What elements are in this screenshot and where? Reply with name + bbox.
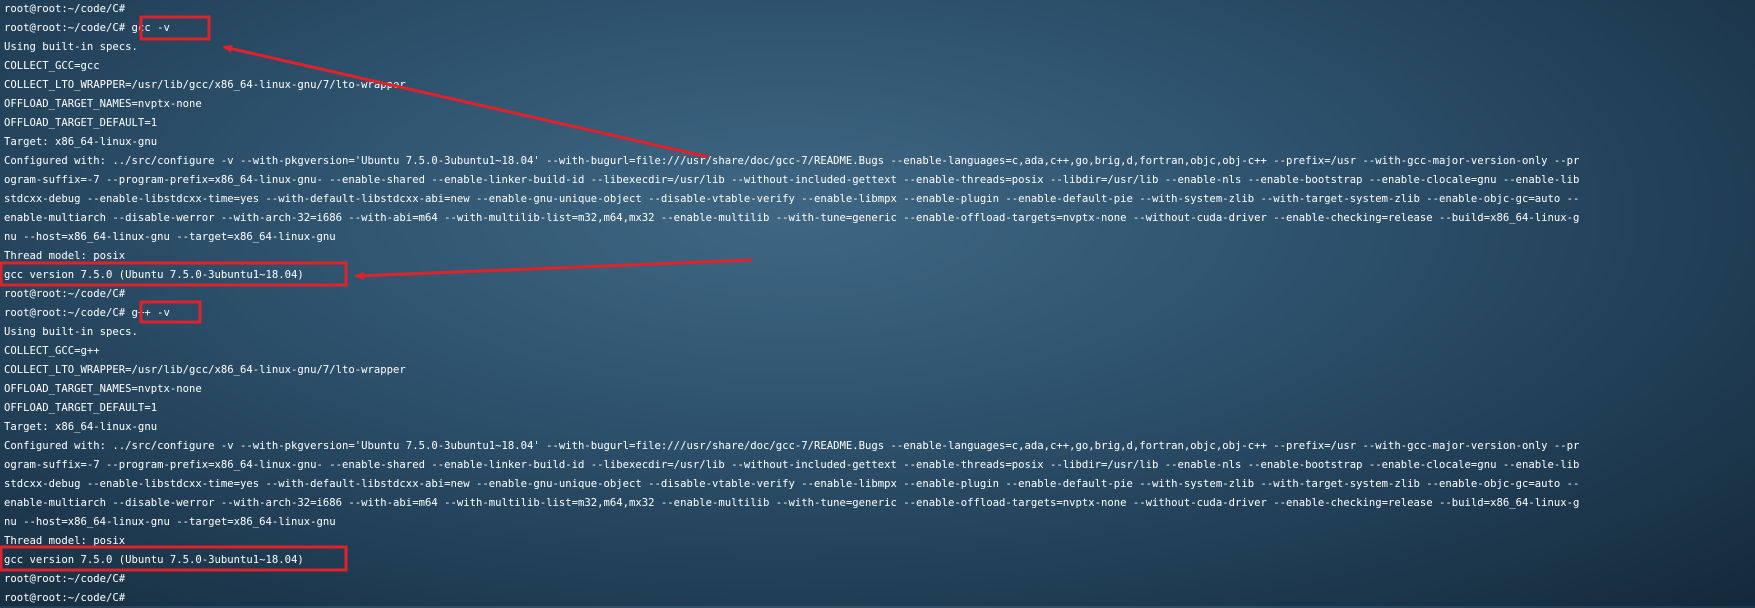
- terminal-line: stdcxx-debug --enable-libstdcxx-time=yes…: [4, 478, 1580, 490]
- terminal-line: nu --host=x86_64-linux-gnu --target=x86_…: [4, 516, 336, 528]
- terminal-line: enable-multiarch --disable-werror --with…: [4, 497, 1580, 509]
- terminal-line: Using built-in specs.: [4, 41, 138, 53]
- terminal-line-gpp-version: gcc version 7.5.0 (Ubuntu 7.5.0-3ubuntu1…: [4, 554, 304, 566]
- terminal-line: Thread model: posix: [4, 250, 126, 262]
- terminal-line-prompt: root@root:~/code/C#: [4, 592, 126, 604]
- terminal-output[interactable]: root@root:~/code/C# root@root:~/code/C# …: [0, 0, 1755, 606]
- terminal-line-command-gcc: root@root:~/code/C# gcc -v: [4, 22, 170, 34]
- terminal-line: OFFLOAD_TARGET_NAMES=nvptx-none: [4, 98, 202, 110]
- terminal-line: Configured with: ../src/configure -v --w…: [4, 440, 1580, 452]
- terminal-line-command-gpp: root@root:~/code/C# g++ -v: [4, 307, 170, 319]
- terminal-line: root@root:~/code/C#: [4, 573, 126, 585]
- terminal-line: root@root:~/code/C#: [4, 288, 126, 300]
- terminal-line: stdcxx-debug --enable-libstdcxx-time=yes…: [4, 193, 1580, 205]
- terminal-line: Configured with: ../src/configure -v --w…: [4, 155, 1580, 167]
- terminal-line: enable-multiarch --disable-werror --with…: [4, 212, 1580, 224]
- terminal-line: nu --host=x86_64-linux-gnu --target=x86_…: [4, 231, 336, 243]
- terminal-line: ogram-suffix=-7 --program-prefix=x86_64-…: [4, 459, 1580, 471]
- terminal-line: COLLECT_GCC=gcc: [4, 60, 100, 72]
- terminal-line: OFFLOAD_TARGET_DEFAULT=1: [4, 117, 158, 129]
- terminal-line: root@root:~/code/C#: [4, 3, 126, 15]
- terminal-line: Thread model: posix: [4, 535, 126, 547]
- terminal-line: Using built-in specs.: [4, 326, 138, 338]
- terminal-line: COLLECT_LTO_WRAPPER=/usr/lib/gcc/x86_64-…: [4, 364, 406, 376]
- terminal-line: Target: x86_64-linux-gnu: [4, 421, 158, 433]
- terminal-line: OFFLOAD_TARGET_DEFAULT=1: [4, 402, 158, 414]
- terminal-line: COLLECT_GCC=g++: [4, 345, 100, 357]
- terminal-line: OFFLOAD_TARGET_NAMES=nvptx-none: [4, 383, 202, 395]
- terminal-line-gcc-version: gcc version 7.5.0 (Ubuntu 7.5.0-3ubuntu1…: [4, 269, 304, 281]
- terminal-line: COLLECT_LTO_WRAPPER=/usr/lib/gcc/x86_64-…: [4, 79, 406, 91]
- terminal-line: ogram-suffix=-7 --program-prefix=x86_64-…: [4, 174, 1580, 186]
- terminal-line: Target: x86_64-linux-gnu: [4, 136, 158, 148]
